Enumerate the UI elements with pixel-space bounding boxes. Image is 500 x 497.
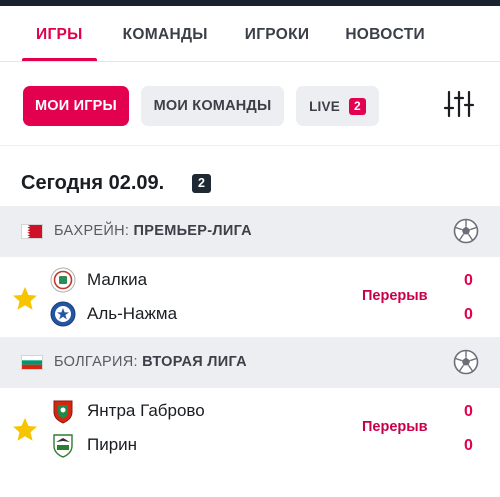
team-crest-icon (50, 267, 76, 293)
equalizer-sliders-icon[interactable] (442, 87, 476, 121)
my-games-chip[interactable]: МОИ ИГРЫ (23, 86, 129, 126)
away-team: Аль-Нажма (50, 300, 177, 328)
team-crest-icon (53, 434, 73, 458)
home-team: Янтра Габрово (50, 397, 205, 425)
live-count-badge: 2 (348, 97, 366, 115)
date-title: Сегодня 02.09. (21, 172, 165, 194)
live-chip[interactable]: LIVE 2 (296, 86, 379, 126)
away-score: 0 (464, 437, 473, 454)
team-crest-icon (53, 400, 73, 424)
league-title: БОЛГАРИЯ: ВТОРАЯ ЛИГА (54, 354, 247, 370)
home-team-name: Янтра Габрово (87, 401, 205, 420)
match-row[interactable]: Янтра Габрово Пирин Перерыв 0 0 (0, 388, 500, 468)
star-icon[interactable] (11, 416, 39, 444)
games-count-badge: 2 (192, 174, 211, 193)
away-score: 0 (464, 306, 473, 323)
tab-players[interactable]: ИГРОКИ (245, 6, 310, 61)
league-country: БАХРЕЙН: (54, 223, 134, 239)
league-country: БОЛГАРИЯ: (54, 354, 143, 370)
star-icon[interactable] (11, 285, 39, 313)
home-team-name: Малкиа (87, 270, 148, 289)
match-status: Перерыв (362, 288, 428, 304)
tab-news[interactable]: НОВОСТИ (345, 6, 425, 61)
bahrain-flag-icon (21, 224, 43, 239)
away-team-name: Аль-Нажма (87, 304, 178, 323)
league-title: БАХРЕЙН: ПРЕМЬЕР-ЛИГА (54, 223, 252, 239)
tab-teams[interactable]: КОМАНДЫ (123, 6, 208, 61)
league-header-bahrain[interactable]: БАХРЕЙН: ПРЕМЬЕР-ЛИГА (0, 206, 500, 257)
my-teams-chip[interactable]: МОИ КОМАНДЫ (141, 86, 284, 126)
match-row[interactable]: Малкиа Аль-Нажма Перерыв 0 0 (0, 257, 500, 337)
date-header: Сегодня 02.09. 2 (0, 146, 500, 206)
live-chip-label: LIVE (309, 98, 340, 114)
league-name: ПРЕМЬЕР-ЛИГА (133, 223, 252, 239)
filter-bar: МОИ ИГРЫ МОИ КОМАНДЫ LIVE 2 (0, 62, 500, 146)
league-header-bulgaria[interactable]: БОЛГАРИЯ: ВТОРАЯ ЛИГА (0, 337, 500, 388)
away-team-name: Пирин (87, 435, 138, 454)
soccer-ball-icon (453, 349, 479, 375)
home-score: 0 (464, 272, 473, 289)
match-status: Перерыв (362, 419, 428, 435)
home-score: 0 (464, 403, 473, 420)
home-team: Малкиа (50, 266, 147, 294)
league-name: ВТОРАЯ ЛИГА (142, 354, 247, 370)
bulgaria-flag-icon (21, 355, 43, 370)
team-crest-icon (50, 301, 76, 327)
tab-games[interactable]: ИГРЫ (22, 6, 97, 61)
soccer-ball-icon (453, 218, 479, 244)
away-team: Пирин (50, 431, 137, 459)
main-tabs: ИГРЫ КОМАНДЫ ИГРОКИ НОВОСТИ (0, 6, 500, 62)
